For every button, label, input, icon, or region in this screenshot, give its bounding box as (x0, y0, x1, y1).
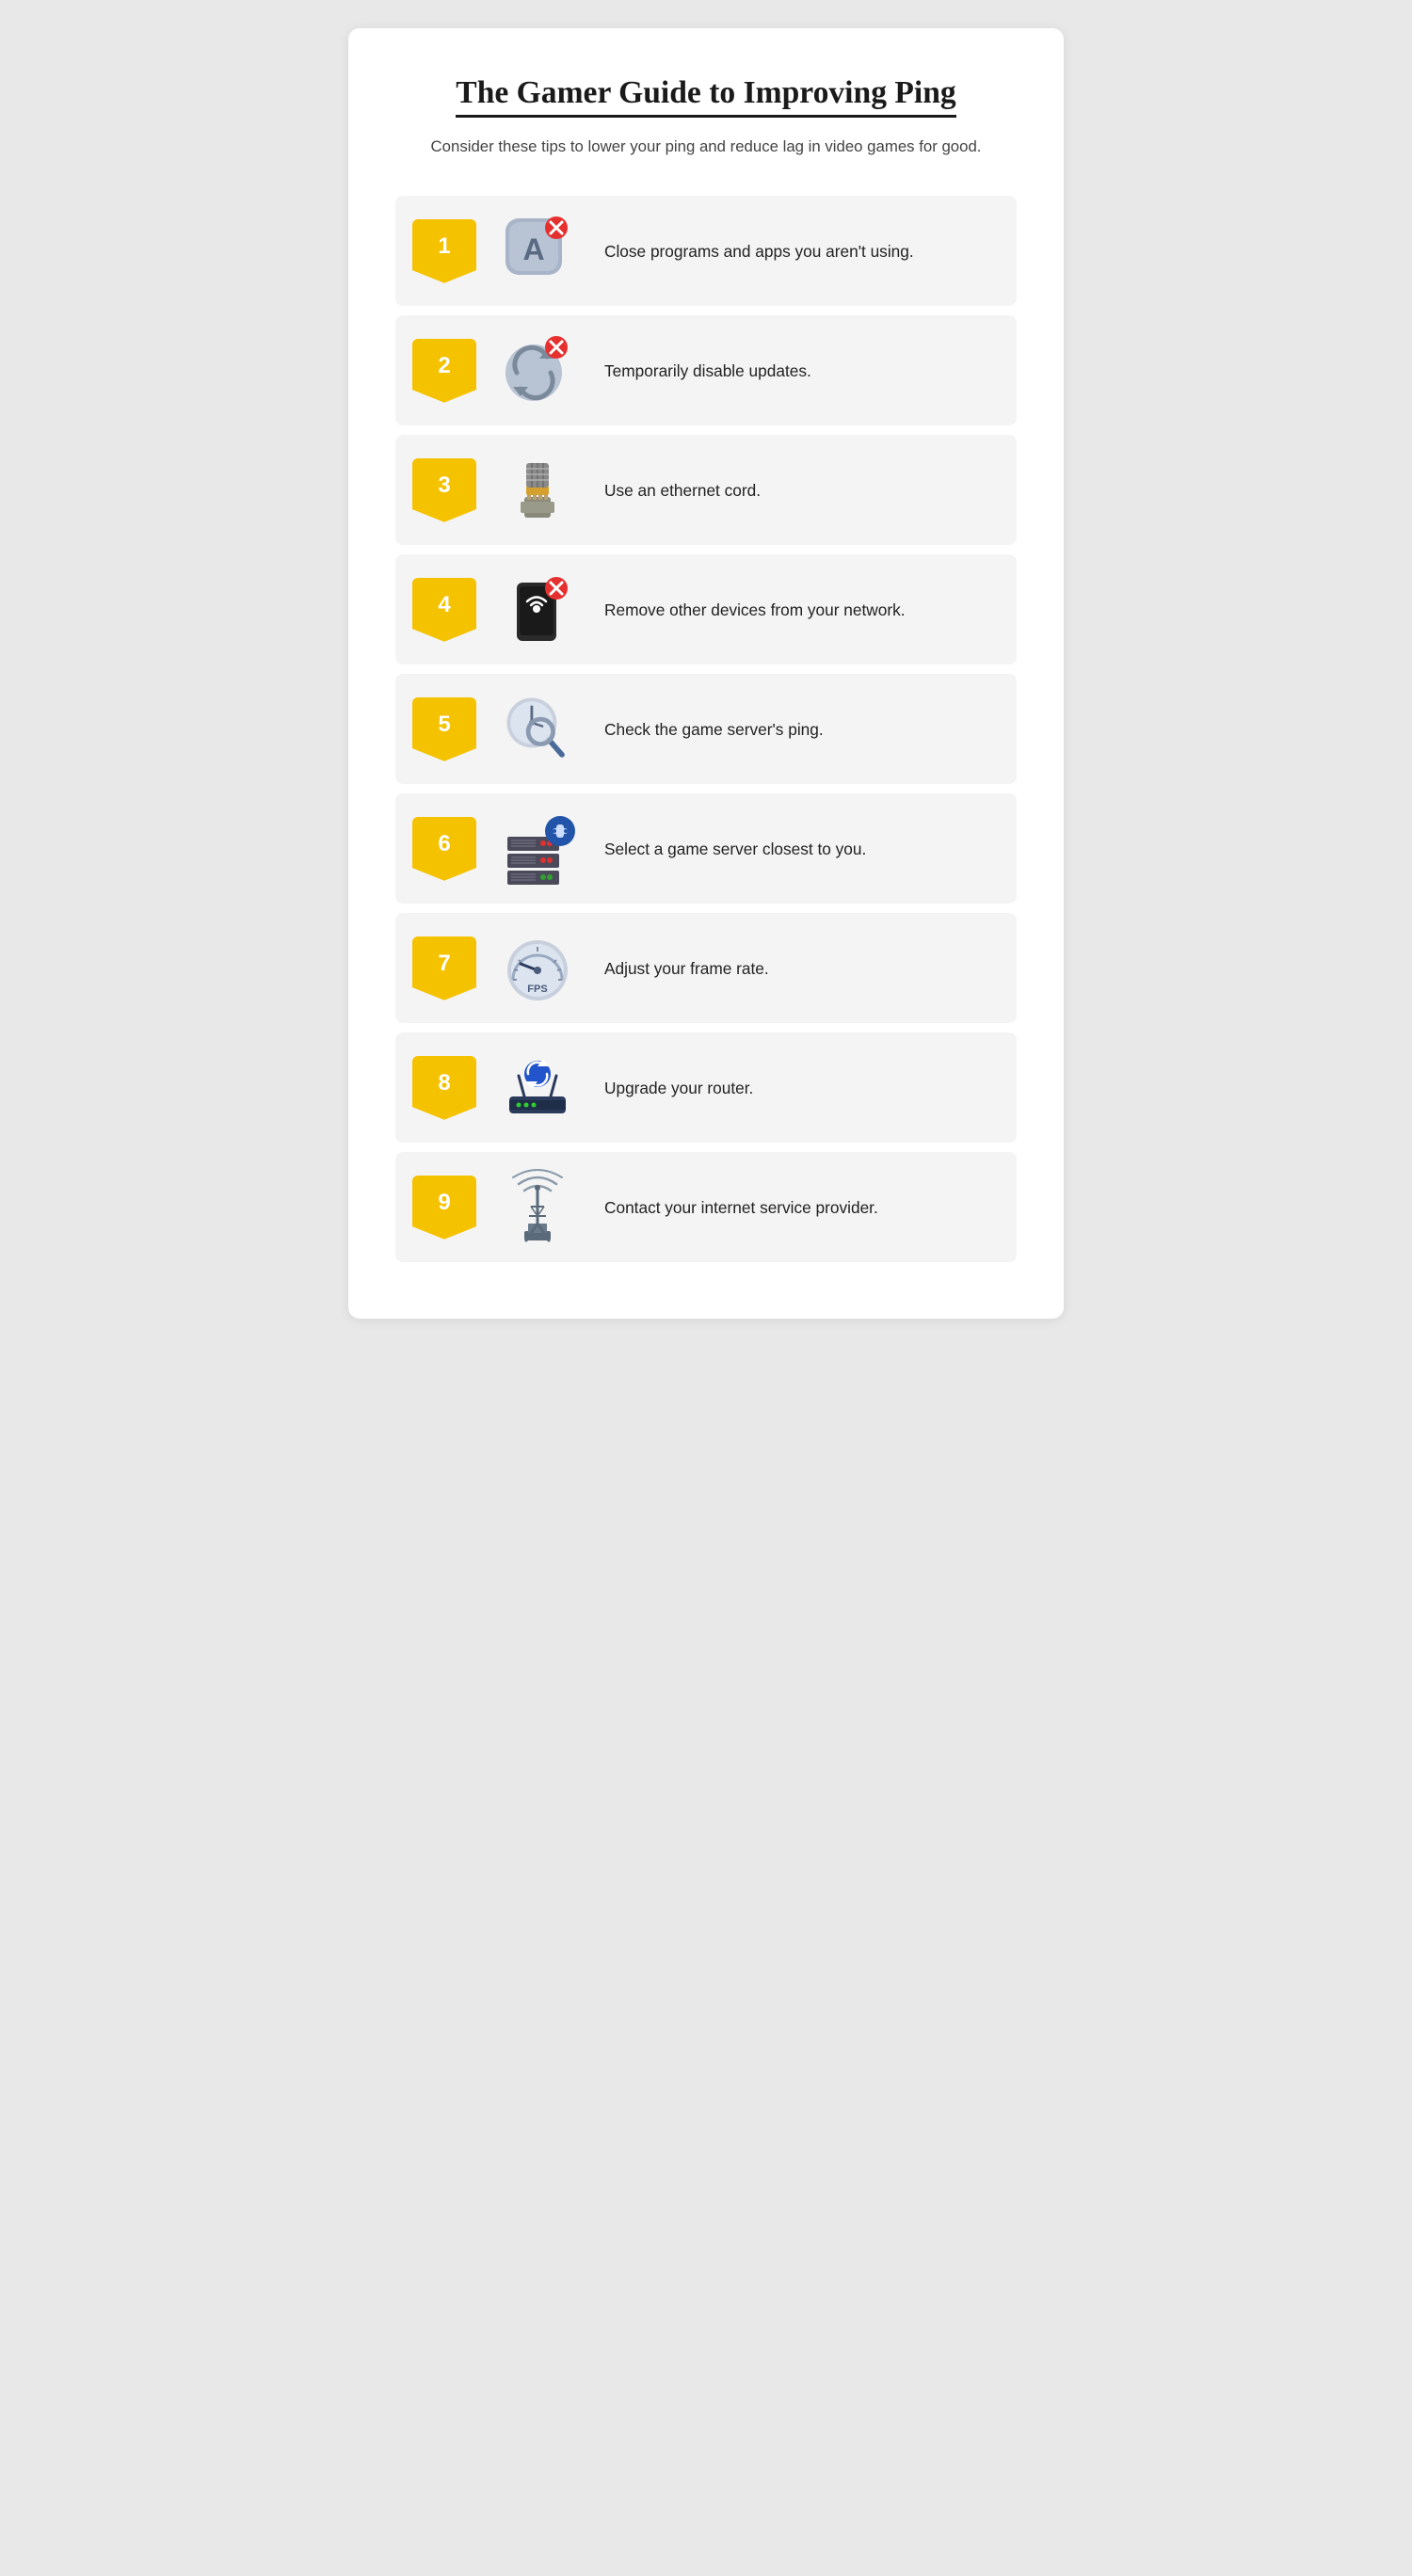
tip-row-9: 9 Contact your internet (395, 1152, 1017, 1262)
tip-row-6: 6 (395, 793, 1017, 904)
tip-row-8: 8 Upgrade your router. (395, 1032, 1017, 1143)
tip-icon-game-server (486, 808, 589, 888)
page-header: The Gamer Guide to Improving Ping Consid… (395, 75, 1017, 158)
tip-text-9: Contact your internet service provider. (604, 1196, 998, 1219)
tip-icon-update-disable (486, 330, 589, 410)
tip-icon-isp-tower (486, 1167, 589, 1247)
tip-row-4: 4 Remove other devices from your network… (395, 554, 1017, 664)
tip-icon-app-close: A (486, 211, 589, 291)
tip-text-3: Use an ethernet cord. (604, 479, 998, 502)
tip-icon-ethernet (486, 450, 589, 530)
svg-text:A: A (522, 232, 544, 266)
tip-text-2: Temporarily disable updates. (604, 360, 998, 382)
tip-icon-remove-devices (486, 569, 589, 649)
tip-row-3: 3 Use an ethernet cord. (395, 435, 1017, 545)
tip-number-2: 2 (412, 339, 476, 403)
tip-number-4: 4 (412, 578, 476, 642)
tip-text-6: Select a game server closest to you. (604, 838, 998, 860)
tip-icon-ping-check (486, 689, 589, 769)
tip-row-5: 5 Check the game server's ping. (395, 674, 1017, 784)
tip-number-3: 3 (412, 458, 476, 522)
page-subtitle: Consider these tips to lower your ping a… (395, 135, 1017, 158)
tip-text-8: Upgrade your router. (604, 1077, 998, 1099)
tip-text-1: Close programs and apps you aren't using… (604, 240, 998, 263)
tip-number-5: 5 (412, 697, 476, 761)
tip-text-7: Adjust your frame rate. (604, 957, 998, 980)
tip-text-5: Check the game server's ping. (604, 718, 998, 741)
tip-icon-fps-meter: FPS (486, 928, 589, 1008)
tip-number-8: 8 (412, 1056, 476, 1120)
main-card: The Gamer Guide to Improving Ping Consid… (348, 28, 1064, 1319)
tip-text-4: Remove other devices from your network. (604, 599, 998, 621)
tip-row-1: 1 A Close programs and apps you aren't u… (395, 196, 1017, 306)
svg-text:FPS: FPS (527, 984, 547, 995)
tips-list: 1 A Close programs and apps you aren't u… (395, 196, 1017, 1262)
tip-number-6: 6 (412, 817, 476, 881)
tip-row-2: 2 Temporarily disable updates. (395, 315, 1017, 425)
page-title: The Gamer Guide to Improving Ping (456, 75, 955, 118)
tip-number-1: 1 (412, 219, 476, 283)
tip-icon-router (486, 1048, 589, 1128)
tip-row-7: 7 FPS Adjust your frame rate. (395, 913, 1017, 1023)
tip-number-7: 7 (412, 936, 476, 1000)
tip-number-9: 9 (412, 1176, 476, 1240)
